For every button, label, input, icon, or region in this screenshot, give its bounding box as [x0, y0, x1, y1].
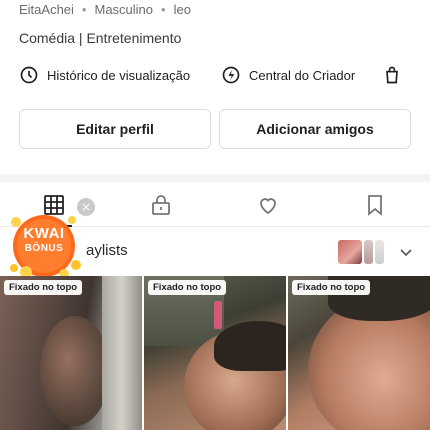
gender: Masculino — [94, 2, 154, 17]
playlist-thumbnail — [338, 240, 362, 264]
bookmark-icon — [368, 195, 382, 216]
kwai-bonus-badge[interactable]: KWAI BÔNUS — [6, 210, 82, 280]
video-thumbnail[interactable]: Fixado no topo — [144, 276, 286, 430]
bonus-label: BÔNUS — [24, 243, 64, 254]
section-divider — [0, 174, 430, 182]
creator-center-link[interactable]: Central do Criador — [221, 65, 355, 85]
lightning-icon — [222, 66, 240, 84]
kwai-label: KWAI — [23, 225, 65, 242]
tab-private[interactable] — [147, 191, 175, 219]
playlists-label: aylists — [86, 242, 128, 259]
edit-profile-button[interactable]: Editar perfil — [19, 109, 211, 149]
shopping-bag-icon — [386, 66, 398, 84]
thumbnail-wall — [102, 276, 142, 430]
thumbnail-hair — [214, 321, 286, 371]
thumbnail-bottle — [214, 301, 222, 329]
pinned-badge: Fixado no topo — [148, 280, 227, 295]
thumbnail-figure — [40, 316, 110, 426]
separator-dot: • — [81, 2, 87, 17]
profile-meta: EitaAchei • Masculino • leo — [19, 2, 191, 17]
profile-category: Comédia | Entretenimento — [19, 30, 182, 46]
clock-icon — [20, 66, 38, 84]
add-friends-button[interactable]: Adicionar amigos — [219, 109, 411, 149]
chevron-down-icon[interactable] — [398, 244, 414, 260]
video-grid: Fixado no topo Fixado no topo Fixado no … — [0, 276, 430, 430]
playlist-thumbnail — [375, 240, 384, 264]
shop-button[interactable] — [382, 65, 402, 85]
tab-saved[interactable] — [361, 191, 389, 219]
username: EitaAchei — [19, 2, 74, 17]
quick-links: Histórico de visualização Central do Cri… — [19, 62, 402, 88]
history-label: Histórico de visualização — [47, 67, 191, 83]
video-thumbnail[interactable]: Fixado no topo — [0, 276, 142, 430]
profile-actions: Editar perfil Adicionar amigos — [19, 109, 411, 149]
tab-liked[interactable] — [254, 191, 282, 219]
playlist-thumbnail — [364, 240, 373, 264]
lock-icon — [152, 195, 170, 215]
pinned-badge: Fixado no topo — [292, 280, 371, 295]
heart-icon — [260, 198, 276, 215]
separator-dot: • — [161, 2, 166, 17]
kwai-bonus-text: KWAI BÔNUS — [6, 226, 82, 254]
creator-label: Central do Criador — [249, 67, 356, 83]
zodiac-sign: leo — [173, 2, 191, 17]
playlist-thumbnails[interactable] — [338, 240, 388, 264]
pinned-badge: Fixado no topo — [4, 280, 83, 295]
video-thumbnail[interactable]: Fixado no topo — [288, 276, 430, 430]
history-link[interactable]: Histórico de visualização — [19, 65, 190, 85]
